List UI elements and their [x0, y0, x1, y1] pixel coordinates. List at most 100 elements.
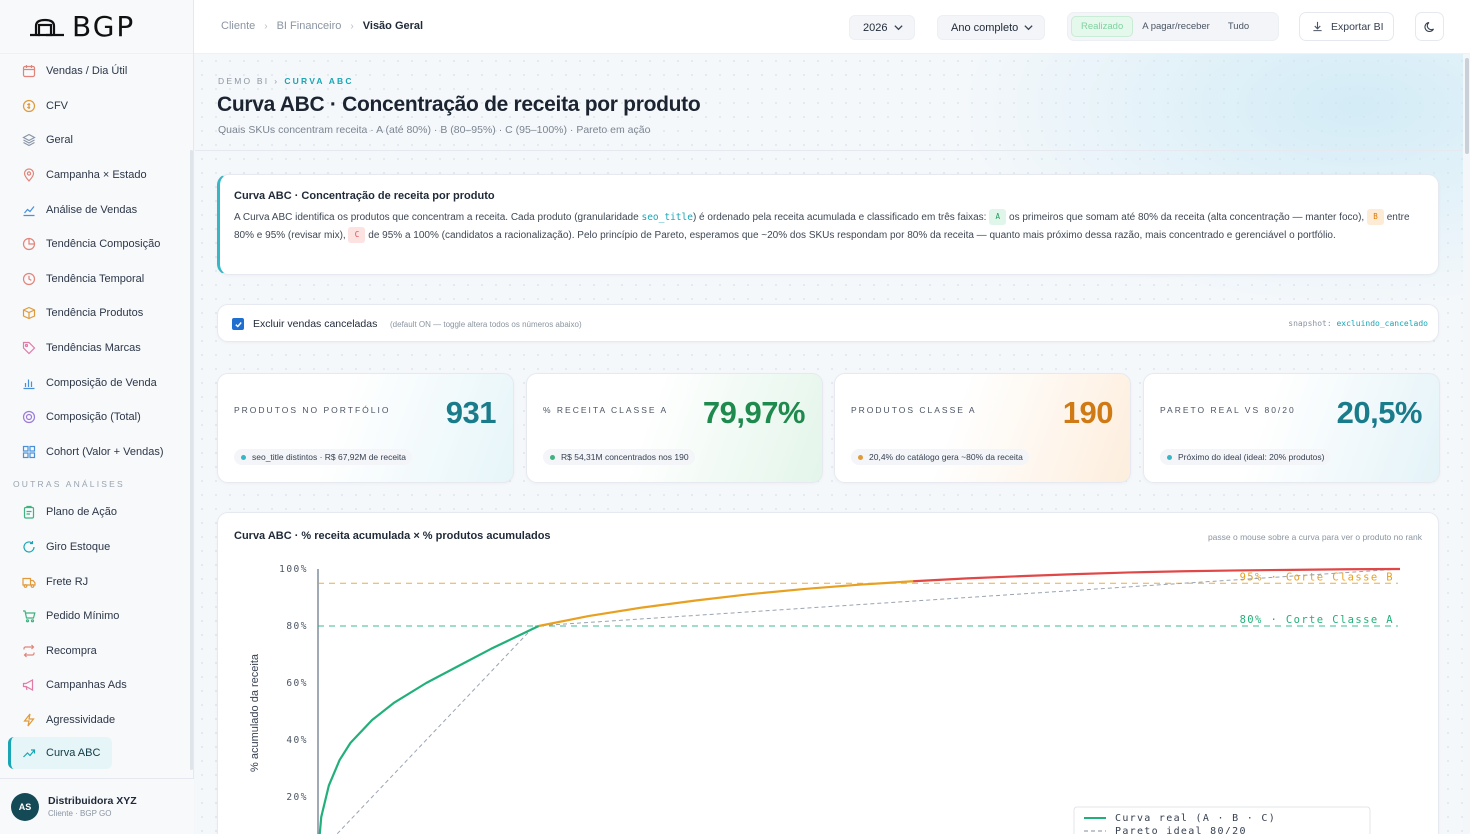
- sidebar-item-cohort-valor-vendas[interactable]: Cohort (Valor + Vendas): [0, 435, 192, 470]
- sidebar-item-frete-rj[interactable]: Frete RJ: [0, 564, 192, 599]
- sidebar-scrollbar[interactable]: [190, 150, 193, 770]
- sidebar-item-composicao-total[interactable]: Composição (Total): [0, 400, 192, 435]
- series-line-pareto-ideal: [336, 568, 1401, 834]
- kpi-value: 20,5%: [1336, 395, 1423, 430]
- breadcrumb-separator: ›: [350, 20, 354, 32]
- filter-card: Excluir vendas canceladas (default ON — …: [217, 304, 1439, 342]
- exclude-canceled-label[interactable]: Excluir vendas canceladas: [253, 318, 377, 330]
- year-select-value: 2026: [863, 21, 888, 34]
- user-card[interactable]: AS Distribuidora XYZ Cliente · BGP GO: [0, 778, 194, 834]
- page-scrollbar[interactable]: [1465, 58, 1469, 154]
- box-icon: [22, 306, 36, 320]
- segment-tudo[interactable]: Tudo: [1219, 16, 1258, 37]
- topbar: Cliente › BI Financeiro › Visão Geral 20…: [194, 0, 1470, 54]
- sidebar-item-tendencia-temporal[interactable]: Tendência Temporal: [0, 262, 192, 297]
- abc-chart[interactable]: 20% 40% 60% 80% 100% % acumulado da receita 95…: [218, 513, 1440, 834]
- sidebar: BGP Vendas / Dia Útil CFV Geral Campanha × …: [0, 0, 194, 834]
- info-text: de 95% a 100% (candidatos a racionalizaç…: [365, 230, 1336, 241]
- user-name: Distribuidora XYZ: [48, 795, 137, 807]
- series-line-classe-a: [318, 625, 540, 834]
- info-card: Curva ABC · Concentração de receita por …: [217, 174, 1439, 275]
- breadcrumb-separator: ›: [264, 20, 268, 32]
- kpi-chip: 20,4% do catálogo gera ~80% da receita: [851, 449, 1029, 465]
- sidebar-item-giro-estoque[interactable]: Giro Estoque: [0, 530, 192, 565]
- class-c-badge: C: [348, 227, 366, 244]
- segment-a-pagar-receber[interactable]: A pagar/receber: [1133, 16, 1219, 37]
- period-select[interactable]: Ano completo: [937, 15, 1045, 40]
- kpi-chip-text: 20,4% do catálogo gera ~80% da receita: [869, 452, 1023, 462]
- code-seo-title: seo_title: [641, 212, 693, 223]
- sidebar-item-label: CFV: [46, 99, 68, 112]
- clipboard-icon: [22, 505, 36, 520]
- sidebar-item-label: Composição (Total): [46, 411, 141, 424]
- sidebar-item-label: Geral: [46, 134, 73, 147]
- info-title: Curva ABC · Concentração de receita por …: [234, 190, 495, 202]
- sidebar-item-analise-de-vendas[interactable]: Análise de Vendas: [0, 192, 192, 227]
- kpi-chip-text: Próximo do ideal (ideal: 20% produtos): [1178, 452, 1325, 462]
- sidebar-item-geral[interactable]: Geral: [0, 123, 192, 158]
- user-role: Cliente · BGP GO: [48, 809, 112, 818]
- breadcrumb-bi-financeiro[interactable]: BI Financeiro: [277, 20, 342, 32]
- sidebar-item-tendencias-marcas[interactable]: Tendências Marcas: [0, 331, 192, 366]
- exclude-canceled-checkbox[interactable]: [232, 318, 244, 330]
- legend-label-curva-real: Curva real (A · B · C): [1115, 813, 1276, 824]
- sidebar-item-pedido-minimo[interactable]: Pedido Mínimo: [0, 599, 192, 634]
- y-tick-label: 100%: [279, 564, 308, 575]
- moon-icon: [1423, 21, 1434, 32]
- kpi-card-pareto-real: PARETO REAL VS 80/20 20,5% Próximo do id…: [1143, 373, 1440, 483]
- sidebar-item-agressividade[interactable]: Agressividade: [0, 703, 192, 738]
- y-tick-label: 20%: [286, 792, 308, 803]
- sidebar-item-composicao-de-venda[interactable]: Composição de Venda: [0, 365, 192, 400]
- kpi-chip-text: R$ 54,31M concentrados nos 190: [561, 452, 689, 462]
- info-body: A Curva ABC identifica os produtos que c…: [234, 209, 1414, 245]
- sidebar-item-label: Recompra: [46, 644, 97, 657]
- kpi-dot: [1167, 454, 1172, 460]
- download-icon: [1312, 21, 1323, 32]
- legend-label-pareto-ideal: Pareto ideal 80/20: [1115, 826, 1247, 834]
- kpi-chip: Próximo do ideal (ideal: 20% produtos): [1160, 449, 1331, 465]
- theme-toggle-button[interactable]: [1415, 12, 1444, 41]
- kpi-chip: seo_title distintos · R$ 67,92M de recei…: [234, 449, 413, 465]
- abc-chart-card: Curva ABC · % receita acumulada × % prod…: [217, 512, 1439, 834]
- kpi-label: PRODUTOS NO PORTFÓLIO: [234, 405, 391, 415]
- sidebar-item-campanhas-ads[interactable]: Campanhas Ads: [0, 668, 192, 703]
- breadcrumb-cliente[interactable]: Cliente: [221, 20, 255, 32]
- snapshot-indicator: snapshot: excluindo_cancelado: [1288, 319, 1428, 328]
- sidebar-item-recompra[interactable]: Recompra: [0, 634, 192, 669]
- export-bi-button[interactable]: Exportar BI: [1299, 12, 1394, 41]
- kpi-label: % RECEITA CLASSE A: [543, 405, 669, 415]
- export-bi-label: Exportar BI: [1331, 20, 1384, 33]
- sidebar-item-tendencia-composicao[interactable]: Tendência Composição: [0, 227, 192, 262]
- sidebar-item-label: Tendência Composição: [46, 238, 161, 251]
- kpi-value: 79,97%: [702, 395, 806, 430]
- eyebrow-section: CURVA ABC: [284, 76, 354, 86]
- kpi-card-produtos-portfolio: PRODUTOS NO PORTFÓLIO 931 seo_title dist…: [217, 373, 514, 483]
- sidebar-item-label: Tendências Marcas: [46, 342, 141, 355]
- info-text: A Curva ABC identifica os produtos que c…: [234, 212, 642, 223]
- kpi-dot: [550, 454, 555, 460]
- sidebar-item-plano-de-acao[interactable]: Plano de Ação: [0, 495, 192, 530]
- segment-realizado[interactable]: Realizado: [1071, 16, 1134, 37]
- sidebar-item-cfv[interactable]: CFV: [0, 89, 192, 124]
- sidebar-item-label: Análise de Vendas: [46, 203, 138, 216]
- series-line-classe-b: [538, 580, 914, 628]
- divider: [195, 150, 1463, 151]
- sidebar-item-campanha-estado[interactable]: Campanha × Estado: [0, 158, 192, 193]
- class-a-badge: A: [989, 209, 1007, 226]
- view-segmented-control: Realizado A pagar/receber Tudo: [1067, 12, 1279, 41]
- sidebar-item-label: Giro Estoque: [46, 541, 111, 554]
- period-select-value: Ano completo: [951, 21, 1019, 34]
- y-tick-label: 80%: [286, 621, 308, 632]
- sidebar-item-vendas-dia-util[interactable]: Vendas / Dia Útil: [0, 54, 192, 89]
- exclude-canceled-note: (default ON — toggle altera todos os núm…: [390, 320, 582, 329]
- page-subtitle: Quais SKUs concentram receita · A (até 8…: [218, 124, 651, 136]
- sidebar-item-label: Tendência Produtos: [46, 307, 144, 320]
- sidebar-item-tendencia-produtos[interactable]: Tendência Produtos: [0, 296, 192, 331]
- logo[interactable]: BGP: [0, 0, 193, 54]
- eyebrow: DEMO BI › CURVA ABC: [218, 76, 354, 86]
- sidebar-item-curva-abc[interactable]: Curva ABC: [8, 737, 112, 770]
- sidebar-item-label: Plano de Ação: [46, 506, 117, 519]
- grid-icon: [22, 445, 36, 459]
- year-select[interactable]: 2026: [849, 15, 915, 40]
- kpi-card-produtos-classe-a: PRODUTOS CLASSE A 190 20,4% do catálogo …: [834, 373, 1131, 483]
